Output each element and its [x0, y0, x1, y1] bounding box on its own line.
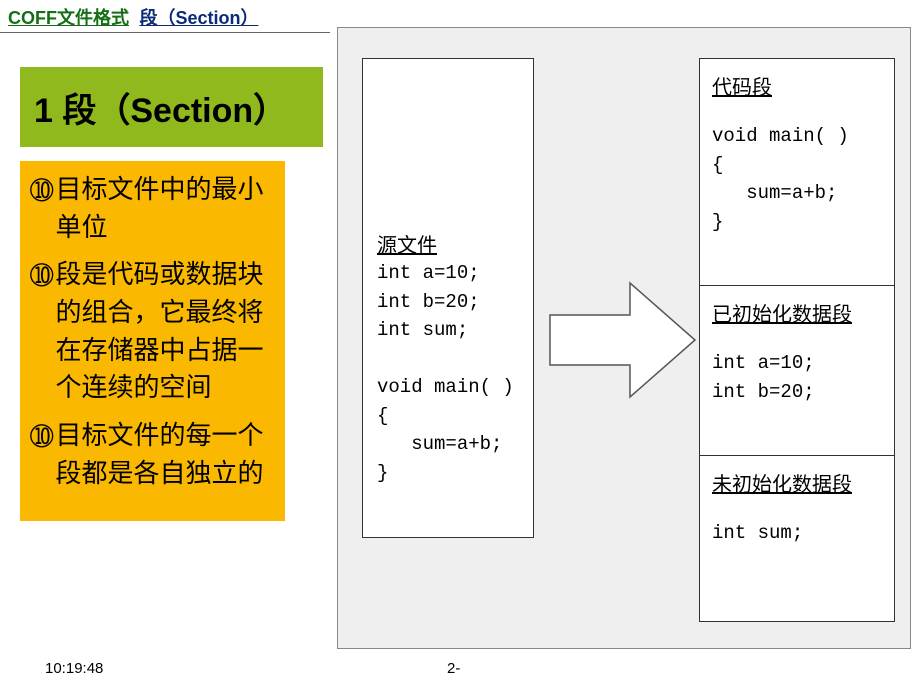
init-data-section-box: 已初始化数据段 int a=10; int b=20; — [699, 286, 895, 456]
footer-time: 10:19:48 — [45, 660, 103, 677]
bullet-text: 段是代码或数据块的组合，它最终将在存储器中占据一个连续的空间 — [53, 256, 281, 407]
diagram-frame: 源文件 int a=10; int b=20; int sum; void ma… — [337, 27, 911, 649]
section-column: 代码段 void main( ) { sum=a+b; } 已初始化数据段 in… — [699, 58, 895, 622]
slide-title-text: 1 段（Section） — [34, 83, 287, 132]
breadcrumb-link-coff[interactable]: COFF文件格式 — [8, 8, 129, 28]
list-item: ➉ 目标文件的每一个段都是各自独立的 — [30, 417, 281, 492]
uninit-data-title: 未初始化数据段 — [712, 468, 882, 497]
init-data-title: 已初始化数据段 — [712, 298, 882, 327]
uninit-data-body: int sum; — [712, 519, 882, 548]
slide-title: 1 段（Section） — [20, 67, 323, 147]
bullet-text: 目标文件的每一个段都是各自独立的 — [53, 417, 281, 492]
list-item: ➉ 段是代码或数据块的组合，它最终将在存储器中占据一个连续的空间 — [30, 256, 281, 407]
bullet-icon: ➉ — [30, 171, 53, 246]
code-section-title: 代码段 — [712, 71, 882, 100]
source-file-box: 源文件 int a=10; int b=20; int sum; void ma… — [362, 58, 534, 538]
bullet-icon: ➉ — [30, 256, 53, 407]
breadcrumb-link-section[interactable]: 段（Section） — [139, 8, 258, 28]
code-section-box: 代码段 void main( ) { sum=a+b; } — [699, 58, 895, 286]
breadcrumb: COFF文件格式 段（Section） — [0, 0, 330, 33]
arrow-icon — [545, 275, 705, 405]
code-section-body: void main( ) { sum=a+b; } — [712, 122, 882, 236]
source-file-code: int a=10; int b=20; int sum; void main( … — [377, 259, 519, 487]
bullet-text: 目标文件中的最小单位 — [53, 171, 281, 246]
uninit-data-section-box: 未初始化数据段 int sum; — [699, 456, 895, 622]
list-item: ➉ 目标文件中的最小单位 — [30, 171, 281, 246]
bullet-list: ➉ 目标文件中的最小单位 ➉ 段是代码或数据块的组合，它最终将在存储器中占据一个… — [20, 161, 285, 521]
init-data-body: int a=10; int b=20; — [712, 349, 882, 406]
source-file-title: 源文件 — [377, 229, 437, 258]
bullet-icon: ➉ — [30, 417, 53, 492]
footer-page: 2- — [447, 660, 460, 677]
